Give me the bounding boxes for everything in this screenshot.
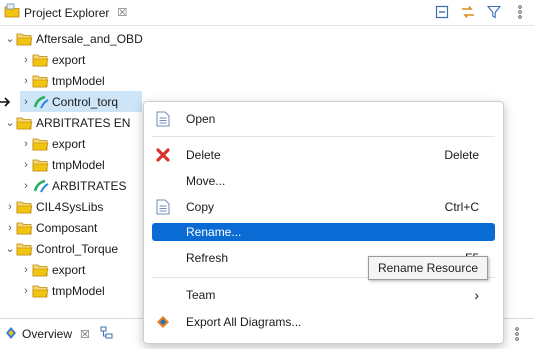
menu-item-move[interactable]: Move... [152, 171, 495, 191]
tree-item-tmpmodel[interactable]: › tmpModel [20, 154, 105, 175]
tree-item-label: Composant [36, 220, 98, 235]
folder-icon [32, 136, 49, 152]
folder-icon [32, 73, 49, 89]
chevron-right-icon[interactable]: › [20, 133, 32, 154]
project-explorer-tab[interactable]: Project Explorer ☒ [0, 0, 127, 26]
export-diagrams-icon [154, 313, 172, 331]
tree-item-export[interactable]: › export [20, 133, 85, 154]
folder-icon [32, 52, 49, 68]
tree-item-control-torq[interactable]: › Control_torq [20, 91, 142, 112]
project-folder-icon [16, 115, 33, 131]
close-tab-icon[interactable]: ☒ [80, 328, 90, 341]
filter-icon[interactable] [486, 4, 502, 20]
chevron-right-icon[interactable]: › [20, 154, 32, 175]
collapse-all-icon[interactable] [434, 4, 450, 20]
tree-item-label: Control_torq [52, 94, 119, 109]
view-menu-icon[interactable] [514, 327, 520, 344]
project-explorer-icon [4, 3, 20, 22]
menu-item-copy[interactable]: Copy Ctrl+C [152, 197, 495, 217]
tree-item-label: ARBITRATES EN [36, 115, 131, 130]
tree-item-label: export [52, 262, 86, 277]
project-folder-icon [16, 31, 33, 47]
tree-item-export[interactable]: › export [20, 259, 85, 280]
submenu-arrow-icon: › [474, 287, 479, 303]
project-folder-icon [16, 241, 33, 257]
tree-item-control-torque[interactable]: ⌄ Control_Torque [4, 238, 118, 259]
chevron-down-icon[interactable]: ⌄ [4, 28, 16, 49]
view-toolbar [434, 4, 528, 20]
tree-item-label: CIL4SysLibs [36, 199, 104, 214]
menu-item-rename[interactable]: Rename... [152, 223, 495, 241]
model-icon [32, 178, 49, 194]
tree-item-cil4syslibs[interactable]: › CIL4SysLibs [4, 196, 103, 217]
overview-tab[interactable]: Overview ☒ [0, 326, 114, 343]
tree-item-label: tmpModel [52, 73, 105, 88]
model-icon [32, 94, 49, 110]
tree-item-label: export [52, 52, 86, 67]
project-explorer-header: Project Explorer ☒ [0, 0, 534, 26]
close-tab-icon[interactable]: ☒ [117, 6, 127, 19]
tree-item-tmpmodel[interactable]: › tmpModel [20, 70, 105, 91]
menu-item-label: Export All Diagrams... [186, 315, 302, 329]
menu-item-delete[interactable]: Delete Delete [152, 145, 495, 165]
tree-item-composant[interactable]: › Composant [4, 217, 97, 238]
menu-item-shortcut: Ctrl+C [444, 200, 479, 214]
tree-item-label: Control_Torque [36, 241, 119, 256]
chevron-right-icon[interactable]: › [20, 91, 32, 112]
menu-item-label: Copy [186, 200, 215, 214]
menu-item-label: Team [186, 288, 216, 302]
chevron-right-icon[interactable]: › [20, 175, 32, 196]
view-title: Project Explorer [24, 5, 110, 20]
folder-icon [32, 283, 49, 299]
menu-item-label: Delete [186, 148, 221, 162]
rename-tooltip: Rename Resource [368, 256, 488, 280]
chevron-right-icon[interactable]: › [4, 217, 16, 238]
tree-item-label: export [52, 136, 86, 151]
context-menu: Open Delete Delete Move... Copy Ctrl+C R… [143, 101, 504, 344]
view-menu-icon[interactable] [512, 4, 528, 20]
tree-item-arbitrates[interactable]: › ARBITRATES [20, 175, 126, 196]
chevron-down-icon[interactable]: ⌄ [4, 112, 16, 133]
delete-icon [154, 146, 172, 164]
tree-item-label: tmpModel [52, 283, 105, 298]
tree-item-tmpmodel[interactable]: › tmpModel [20, 280, 105, 301]
project-folder-icon [16, 220, 33, 236]
tree-item-label: ARBITRATES [52, 178, 127, 193]
chevron-right-icon[interactable]: › [20, 259, 32, 280]
folder-icon [32, 157, 49, 173]
tree-item-aftersale-and-obd[interactable]: ⌄ Aftersale_and_OBD [4, 28, 143, 49]
folder-icon [32, 262, 49, 278]
menu-item-shortcut: Delete [444, 148, 479, 162]
menu-item-label: Refresh [186, 251, 229, 265]
mouse-pointer-icon [0, 96, 11, 108]
overview-icon [4, 326, 18, 343]
project-folder-icon [16, 199, 33, 215]
menu-item-label: Open [186, 112, 216, 126]
overview-tab-title: Overview [22, 327, 73, 341]
menu-item-export-all-diagrams[interactable]: Export All Diagrams... [152, 312, 495, 332]
link-with-editor-icon[interactable] [460, 4, 476, 20]
copy-icon [154, 198, 172, 216]
tree-item-label: tmpModel [52, 157, 105, 172]
chevron-down-icon[interactable]: ⌄ [4, 238, 16, 259]
chevron-right-icon[interactable]: › [20, 280, 32, 301]
tree-item-arbitrates-en[interactable]: ⌄ ARBITRATES EN [4, 112, 130, 133]
menu-item-label: Rename... [186, 225, 242, 239]
tree-item-label: Aftersale_and_OBD [36, 31, 143, 46]
menu-item-team[interactable]: Team › [152, 285, 495, 305]
chevron-right-icon[interactable]: › [20, 70, 32, 91]
menu-separator [152, 136, 495, 137]
menu-item-label: Move... [186, 174, 226, 188]
tree-item-export[interactable]: › export [20, 49, 85, 70]
menu-item-open[interactable]: Open [152, 109, 495, 129]
open-icon [154, 110, 172, 128]
chevron-right-icon[interactable]: › [20, 49, 32, 70]
outline-icon[interactable] [100, 326, 114, 343]
chevron-right-icon[interactable]: › [4, 196, 16, 217]
